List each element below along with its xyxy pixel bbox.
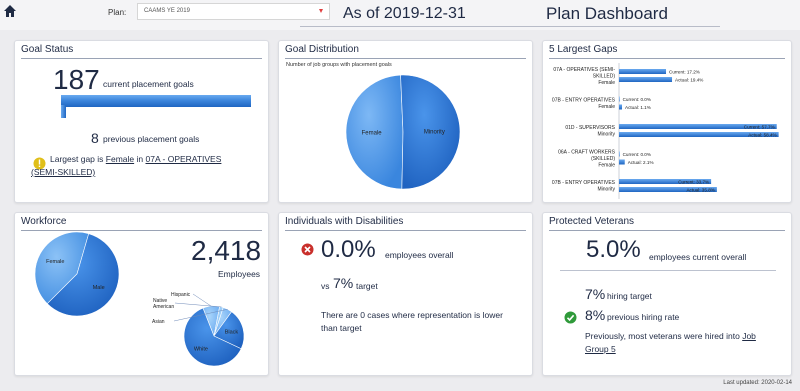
veterans-card: Protected Veterans 5.0% employees curren… [542, 212, 792, 376]
gap-category-label: Minority [597, 187, 615, 193]
gap-current-label: Current: 0.0% [623, 152, 651, 157]
current-goals-count: 187 [53, 64, 100, 95]
veterans-current-value: 5.0% [586, 236, 641, 263]
gap-category-label: 07A - OPERATIVES (SEMI- [553, 67, 615, 73]
gender-pie-label-male: Male [93, 285, 105, 291]
largest-gap-line: Largest gap is Female in 07A - OPERATIVE… [50, 154, 221, 164]
gap-category-label: 07B - ENTRY OPERATIVES [552, 180, 616, 186]
previous-goals-label: previous placement goals [103, 134, 200, 144]
hiring-target-value: 7% [585, 286, 606, 302]
largest-gap-gender-link[interactable]: Female [106, 154, 134, 164]
title-divider [300, 26, 720, 27]
job-group-link[interactable]: Job [742, 331, 756, 341]
home-icon[interactable] [3, 4, 17, 18]
disabilities-note-cont: than target [321, 323, 362, 333]
race-pie-leader-line [192, 293, 212, 307]
veterans-note-prefix: Previously, most veterans were hired int… [585, 331, 740, 341]
veterans-note: Previously, most veterans were hired int… [585, 331, 756, 341]
error-icon [301, 243, 314, 256]
gap-current-label: Current: 57.7% [744, 125, 775, 130]
top-bar: Plan: CAAMS YE 2019 As of 2019-12-31 Pla… [0, 0, 800, 30]
pie-label-female: Female [362, 130, 383, 136]
veterans-current-label: employees current overall [649, 252, 747, 262]
gap-category-label: (SKILLED) [591, 156, 615, 162]
check-icon [564, 311, 577, 324]
gender-pie-label-female: Female [46, 259, 64, 265]
current-goals-label: current placement goals [103, 79, 194, 89]
gap-bar-current [619, 151, 620, 157]
largest-gap-prefix: Largest gap is [50, 154, 104, 164]
card-divider [549, 230, 785, 231]
largest-gaps-card: 5 Largest Gaps 07A - OPERATIVES (SEMI- SK… [542, 40, 792, 203]
gap-category-label: 07B - ENTRY OPERATIVES [552, 98, 616, 104]
gap-current-label: Current: 0.0% [623, 97, 651, 102]
gap-actual-label: Actual: 1.1% [625, 105, 651, 110]
gap-category-label: 06A - CRAFT WORKERS [558, 150, 616, 156]
largest-gap-group-link[interactable]: 07A - OPERATIVES [146, 154, 222, 164]
previous-goals-count: 8 [91, 130, 99, 146]
last-updated: Last updated: 2020-02-14 [723, 380, 792, 386]
gap-category-label: SKILLED) [593, 74, 616, 80]
gap-category-label: 01D - SUPERVISORS [565, 125, 615, 131]
gap-actual-label: Actual: 58.4% [748, 133, 776, 138]
race-pie-label-native-american: American [153, 304, 174, 310]
card-title: Individuals with Disabilities [285, 216, 404, 227]
job-group-link-cont[interactable]: Group 5 [585, 344, 616, 354]
workforce-pie-charts: FemaleMaleHispanicNativeAmericanAsianBla… [34, 231, 245, 367]
gap-actual-label: Actual: 2.1% [628, 160, 654, 165]
goal-distribution-card: Goal Distribution Number of job groups w… [278, 40, 533, 203]
race-pie-label-hispanic: Hispanic [171, 292, 191, 298]
page-title: Plan Dashboard [546, 4, 668, 23]
largest-gap-in: in [136, 154, 144, 164]
race-pie-label-white: White [194, 346, 208, 352]
card-title: Goal Status [21, 44, 74, 55]
hiring-target-label: hiring target [607, 291, 652, 301]
card-divider [285, 230, 526, 231]
gap-bar-current [619, 96, 620, 102]
current-goals-bar-track [61, 95, 251, 118]
race-pie-label-asian: Asian [152, 319, 165, 325]
gap-category-label: Minority [597, 132, 615, 138]
plan-select[interactable]: CAAMS YE 2019 [137, 3, 330, 20]
disabilities-card: Individuals with Disabilities 0.0% emplo… [278, 212, 533, 376]
gap-actual-label: Actual: 35.8% [686, 188, 714, 193]
previous-hiring-rate-label: previous hiring rate [607, 312, 680, 322]
goal-distribution-pie-chart: Female Minority [345, 74, 461, 190]
disabilities-overall-label: employees overall [385, 250, 454, 260]
veterans-divider [560, 270, 776, 271]
gap-current-label: Current: 33.7% [678, 180, 709, 185]
current-goals-bar-tick [61, 105, 66, 118]
as-of-date: As of 2019-12-31 [343, 5, 466, 22]
disabilities-note: There are 0 cases where representation i… [321, 310, 503, 320]
pie-label-minority: Minority [424, 130, 445, 136]
goal-status-card: Goal Status 187 current placement goals … [14, 40, 269, 203]
chevron-down-icon [319, 9, 323, 13]
gap-current-label: Current: 17.2% [669, 70, 700, 75]
gap-category-label: Female [598, 104, 615, 110]
gap-bar-actual [619, 77, 673, 82]
largest-gap-group-link-cont[interactable]: (SEMI-SKILLED) [31, 167, 95, 177]
race-pie-label-black: Black [225, 330, 239, 336]
card-title: Protected Veterans [549, 216, 635, 227]
gap-actual-label: Actual: 19.4% [675, 78, 703, 83]
card-divider [21, 58, 262, 59]
current-goals-bar [61, 95, 251, 107]
gap-category-label: Female [598, 80, 615, 86]
disabilities-target-value: 7% [333, 275, 354, 291]
disabilities-target-label: target [356, 281, 378, 291]
vs-prefix: vs [321, 281, 330, 291]
gap-bar-actual [619, 104, 623, 110]
gap-bar-actual [619, 159, 625, 165]
gap-bar-current [619, 69, 667, 74]
plan-label: Plan: [108, 8, 127, 17]
plan-select-value: CAAMS YE 2019 [144, 8, 190, 14]
disabilities-overall-value: 0.0% [321, 236, 376, 263]
race-pie-leader-line [174, 302, 222, 308]
previous-hiring-rate-value: 8% [585, 307, 606, 323]
largest-gaps-bar-chart: 07A - OPERATIVES (SEMI-SKILLED)FemaleCur… [552, 63, 779, 199]
workforce-card: Workforce 2,418 Employees Female Male Hisp… [14, 212, 269, 376]
gap-category-label: Female [598, 163, 615, 169]
